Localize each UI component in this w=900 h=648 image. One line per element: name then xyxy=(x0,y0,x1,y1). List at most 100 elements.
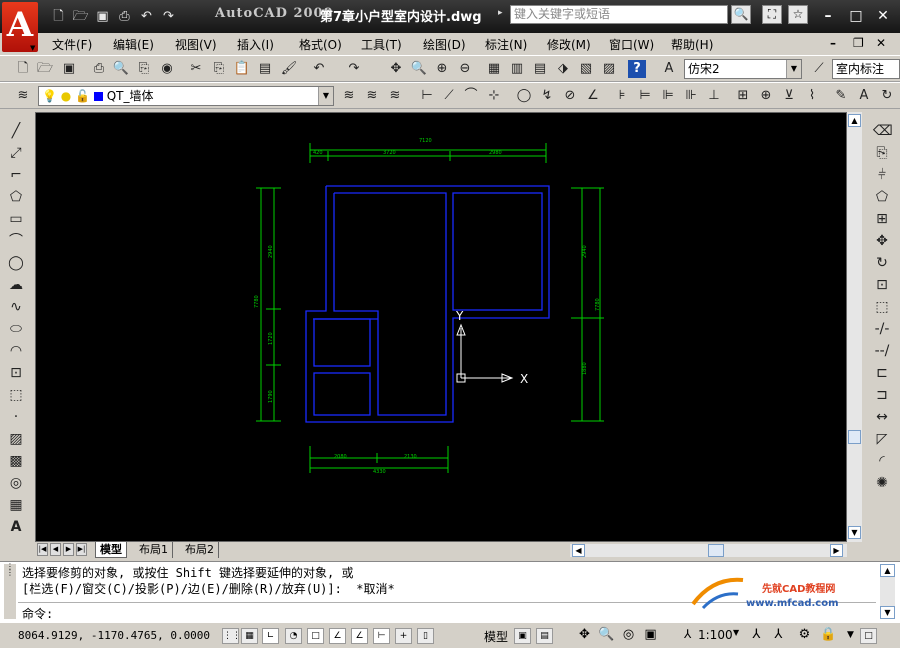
command-prompt[interactable]: 命令: xyxy=(22,605,53,622)
scroll-up-icon[interactable]: ▲ xyxy=(848,114,861,127)
dim-edit-icon[interactable]: ✎ xyxy=(832,87,850,105)
horizontal-scroll-thumb[interactable] xyxy=(708,544,724,557)
object-snap-icon[interactable]: □ xyxy=(307,628,324,644)
line-icon[interactable]: ╱ xyxy=(7,122,25,140)
hatch-icon[interactable]: ▨ xyxy=(7,430,25,448)
erase-icon[interactable]: ⌫ xyxy=(873,122,893,140)
markup-icon[interactable]: ▧ xyxy=(577,60,595,78)
search-expand-icon[interactable]: ▸ xyxy=(498,8,503,18)
paste-icon[interactable]: 📋 xyxy=(233,60,251,78)
continue-dim-icon[interactable]: ⊫ xyxy=(659,87,677,105)
diameter-dim-icon[interactable]: ⊘ xyxy=(561,87,579,105)
tab-last-icon[interactable]: ▶| xyxy=(76,543,87,556)
text-style-icon[interactable]: A xyxy=(660,60,678,78)
menu-help[interactable]: 帮助(H) xyxy=(671,36,713,53)
status-menu-icon[interactable]: ▼ xyxy=(842,628,859,644)
save-icon[interactable]: ▣ xyxy=(94,9,111,24)
paste-block-icon[interactable]: ▤ xyxy=(256,60,274,78)
inspect-icon[interactable]: ⊻ xyxy=(780,87,798,105)
angular-dim-icon[interactable]: ∠ xyxy=(584,87,602,105)
properties-icon[interactable]: ▦ xyxy=(485,60,503,78)
ellipse-icon[interactable]: ⬭ xyxy=(7,320,25,338)
dynamic-ucs-icon[interactable]: ∠ xyxy=(351,628,368,644)
application-menu-button[interactable]: A ▼ xyxy=(2,2,38,52)
zoom-realtime-icon[interactable]: 🔍 xyxy=(410,60,428,78)
layer-manager-icon[interactable]: ≋ xyxy=(14,87,32,105)
zoom-window-icon[interactable]: ⊕ xyxy=(433,60,451,78)
clean-screen-icon[interactable]: □ xyxy=(860,628,877,644)
polygon-icon[interactable]: ⬠ xyxy=(7,188,25,206)
menu-view[interactable]: 视图(V) xyxy=(175,36,217,53)
new-file-icon[interactable]: 🗋 xyxy=(50,9,67,24)
grid-display-icon[interactable]: ▦ xyxy=(241,628,258,644)
quick-properties-icon[interactable]: ▯ xyxy=(417,628,434,644)
cut-icon[interactable]: ✂ xyxy=(187,60,205,78)
menu-dimension[interactable]: 标注(N) xyxy=(485,36,527,53)
jogged-dim-icon[interactable]: ↯ xyxy=(538,87,556,105)
sheet-set-icon[interactable]: ⬗ xyxy=(554,60,572,78)
zoom-previous-icon[interactable]: ⊖ xyxy=(456,60,474,78)
dim-style-select[interactable]: 室内标注 xyxy=(832,59,900,79)
model-space-button[interactable]: 模型 xyxy=(484,628,508,645)
quick-view-icon[interactable]: ▤ xyxy=(536,628,553,644)
point-icon[interactable]: · xyxy=(7,408,25,426)
baseline-dim-icon[interactable]: ⊨ xyxy=(636,87,654,105)
scroll-down-icon[interactable]: ▼ xyxy=(848,526,861,539)
text-style-select[interactable]: 仿宋2 ▼ xyxy=(684,59,802,79)
join-icon[interactable]: ↔ xyxy=(873,408,891,426)
trim-icon[interactable]: -/- xyxy=(873,320,891,338)
vertical-scrollbar[interactable]: ▲ ▼ xyxy=(847,112,862,542)
scroll-left-icon[interactable]: ◀ xyxy=(572,544,585,557)
rotate-icon[interactable]: ↻ xyxy=(873,254,891,272)
tool-palettes-icon[interactable]: ▤ xyxy=(531,60,549,78)
menu-modify[interactable]: 修改(M) xyxy=(547,36,591,53)
snap-mode-icon[interactable]: ⋮⋮ xyxy=(222,628,241,644)
calculator-icon[interactable]: ▨ xyxy=(600,60,618,78)
plot-icon[interactable]: ⎙ xyxy=(90,60,108,78)
circle-icon[interactable]: ◯ xyxy=(7,254,25,272)
extend-icon[interactable]: --/ xyxy=(873,342,891,360)
redo-icon[interactable]: ↷ xyxy=(345,60,363,78)
design-center-icon[interactable]: ▥ xyxy=(508,60,526,78)
menu-edit[interactable]: 编辑(E) xyxy=(113,36,154,53)
menu-draw[interactable]: 绘图(D) xyxy=(423,36,466,53)
copy-object-icon[interactable]: ⎘ xyxy=(873,144,891,162)
layout-icon[interactable]: ▣ xyxy=(514,628,531,644)
offset-icon[interactable]: ⬠ xyxy=(873,188,891,206)
table-icon[interactable]: ▦ xyxy=(7,496,25,514)
undo-icon[interactable]: ↶ xyxy=(310,60,328,78)
arc-icon[interactable]: ⌒ xyxy=(7,232,25,250)
zoom-icon[interactable]: 🔍 xyxy=(598,628,615,644)
close-app-button[interactable]: ✕ xyxy=(873,7,893,25)
vertical-scroll-thumb[interactable] xyxy=(848,430,861,444)
chevron-down-icon[interactable]: ▼ xyxy=(733,628,739,637)
search-icon[interactable]: 🔍 xyxy=(731,5,751,24)
scroll-right-icon[interactable]: ▶ xyxy=(830,544,843,557)
command-window[interactable]: ⋮ ⋮ 选择要修剪的对象, 或按住 Shift 键选择要延伸的对象, 或 [栏选(… xyxy=(0,561,900,622)
lock-icon[interactable]: 🔒 xyxy=(820,628,837,644)
scale-icon[interactable]: ⊡ xyxy=(873,276,891,294)
command-scrollbar[interactable]: ▲ ▼ xyxy=(880,564,895,619)
polar-tracking-icon[interactable]: ◔ xyxy=(285,628,302,644)
ellipse-arc-icon[interactable]: ◠ xyxy=(7,342,25,360)
jogged-linear-icon[interactable]: ⌇ xyxy=(803,87,821,105)
fillet-icon[interactable]: ◜ xyxy=(873,452,891,470)
tab-model[interactable]: 模型 xyxy=(95,542,127,558)
dim-update-icon[interactable]: ↻ xyxy=(878,87,896,105)
spline-icon[interactable]: ∿ xyxy=(7,298,25,316)
arc-length-icon[interactable]: ⌒ xyxy=(462,87,480,105)
doc-close-button[interactable]: ✕ xyxy=(876,36,886,50)
layer-previous-icon[interactable]: ≋ xyxy=(363,87,381,105)
copy-icon[interactable]: ⎘ xyxy=(210,60,228,78)
object-snap-tracking-icon[interactable]: ∠ xyxy=(329,628,346,644)
doc-restore-button[interactable]: ❐ xyxy=(853,36,864,50)
revision-cloud-icon[interactable]: ☁ xyxy=(7,276,25,294)
quick-dim-icon[interactable]: ⊧ xyxy=(613,87,631,105)
tab-next-icon[interactable]: ▶ xyxy=(63,543,74,556)
radius-dim-icon[interactable]: ◯ xyxy=(515,87,533,105)
coordinates-readout[interactable]: 8064.9129, -1170.4765, 0.0000 xyxy=(18,629,210,642)
tolerance-icon[interactable]: ⊞ xyxy=(734,87,752,105)
annotation-scale-value[interactable]: 1:100 xyxy=(698,628,733,642)
3d-dwf-icon[interactable]: ◉ xyxy=(158,60,176,78)
dim-break-icon[interactable]: ⊥ xyxy=(705,87,723,105)
